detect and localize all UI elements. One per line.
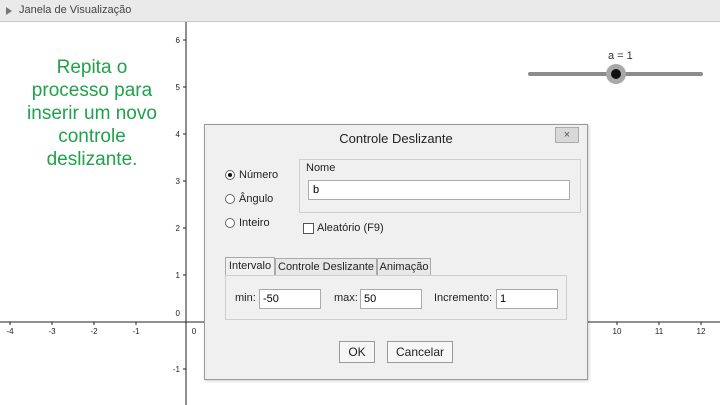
radio-angle[interactable]: Ângulo: [225, 193, 273, 209]
slider-dialog: Controle Deslizante × Número Ângulo Inte…: [204, 124, 588, 380]
view-panel-header[interactable]: Janela de Visualização: [0, 0, 720, 22]
view-panel-title: Janela de Visualização: [19, 4, 132, 16]
y-tick-label: 5: [176, 83, 181, 92]
random-label: Aleatório (F9): [317, 222, 384, 234]
x-tick-label: 12: [697, 327, 706, 336]
radio-integer[interactable]: Inteiro: [225, 217, 270, 233]
close-button[interactable]: ×: [555, 127, 579, 143]
name-group: Nome b: [299, 159, 581, 213]
radio-number[interactable]: Número: [225, 169, 278, 185]
radio-number-label: Número: [239, 169, 279, 181]
y-tick-labels: 6 5 4 3 2 1 -1 0: [173, 36, 186, 374]
tab-interval[interactable]: Intervalo: [225, 257, 275, 276]
slider-a-knob[interactable]: [605, 64, 626, 84]
min-input[interactable]: -50: [259, 289, 321, 309]
radio-number-icon[interactable]: [225, 170, 235, 181]
radio-integer-icon[interactable]: [225, 218, 235, 229]
y-tick-label: 6: [176, 36, 181, 45]
x-tick-label: -3: [48, 327, 56, 336]
y-tick-label: 2: [176, 224, 181, 233]
x-tick-label: -2: [90, 327, 98, 336]
random-checkbox[interactable]: [303, 222, 314, 234]
x-tick-label-origin: 0: [192, 327, 197, 336]
y-tick-label: 3: [176, 177, 181, 186]
increment-input[interactable]: 1: [496, 289, 558, 309]
y-tick-label: 4: [176, 130, 181, 139]
y-tick-label: 0: [176, 309, 181, 318]
slider-a-label: a = 1: [608, 50, 633, 62]
max-input[interactable]: 50: [360, 289, 422, 309]
min-label: min:: [235, 292, 256, 304]
radio-integer-label: Inteiro: [239, 217, 270, 229]
x-tick-label: 10: [613, 327, 622, 336]
tab-animation[interactable]: Animação: [377, 258, 431, 276]
ok-button[interactable]: OK: [339, 341, 375, 363]
max-label: max:: [334, 292, 358, 304]
tab-slider[interactable]: Controle Deslizante: [275, 258, 377, 276]
name-input[interactable]: b: [308, 180, 570, 200]
name-label: Nome: [306, 162, 336, 174]
increment-label: Incremento:: [434, 292, 493, 304]
x-tick-label: -4: [6, 327, 14, 336]
y-tick-label: -1: [173, 365, 181, 374]
x-tick-label: 11: [655, 327, 664, 336]
radio-angle-icon[interactable]: [225, 194, 235, 205]
instruction-text: Repita o processo para inserir um novo c…: [27, 57, 157, 170]
cancel-button[interactable]: Cancelar: [387, 341, 453, 363]
random-checkbox-row[interactable]: Aleatório (F9): [303, 222, 384, 234]
y-tick-label: 1: [176, 271, 181, 280]
x-tick-label: -1: [132, 327, 140, 336]
dialog-title: Controle Deslizante: [339, 131, 453, 146]
radio-angle-label: Ângulo: [239, 193, 274, 205]
collapse-triangle-icon[interactable]: [6, 7, 12, 15]
